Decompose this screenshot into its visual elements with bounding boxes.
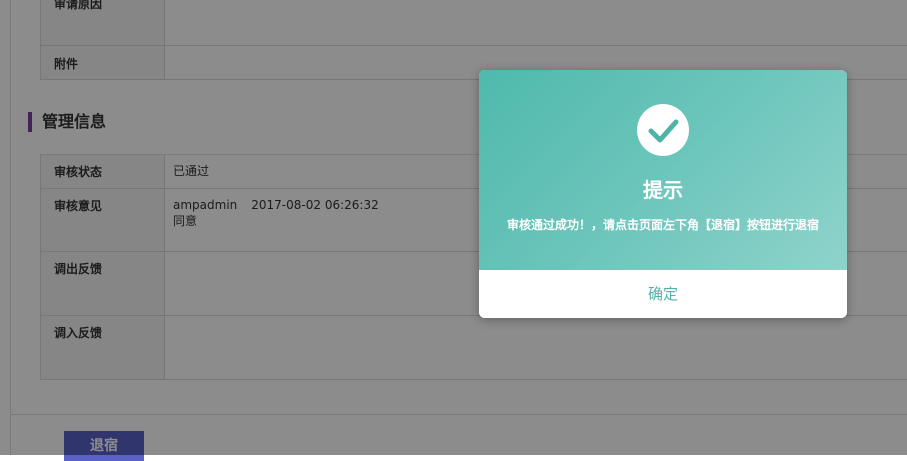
confirm-button[interactable]: 确定 — [479, 270, 847, 318]
check-circle-icon — [637, 104, 689, 156]
dialog-message: 审核通过成功！，请点击页面左下角【退宿】按钮进行退宿 — [506, 218, 819, 232]
success-dialog: 提示 审核通过成功！，请点击页面左下角【退宿】按钮进行退宿 确定 — [479, 70, 847, 318]
dialog-header: 提示 审核通过成功！，请点击页面左下角【退宿】按钮进行退宿 — [479, 70, 847, 270]
dialog-title: 提示 — [643, 178, 683, 202]
